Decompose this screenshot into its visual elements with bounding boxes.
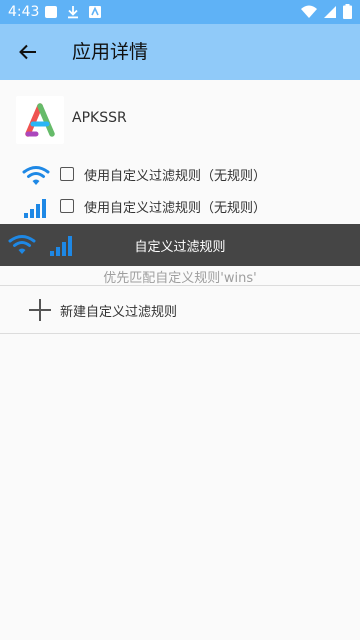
status-icons-right: [301, 4, 352, 23]
app-info-row: APKSSR: [16, 96, 346, 144]
status-bar: 4:43: [0, 0, 360, 24]
apkssr-logo-icon: [16, 96, 64, 144]
wifi-rule-checkbox[interactable]: [60, 167, 74, 181]
cellular-icon: [22, 196, 50, 220]
wifi-icon: [22, 164, 50, 188]
status-icons-left: [44, 4, 102, 23]
arrow-back-icon: [19, 44, 36, 60]
download-icon: [66, 4, 80, 23]
plus-icon: [28, 298, 52, 322]
page-title: 应用详情: [72, 41, 149, 63]
app-name: APKSSR: [72, 110, 127, 126]
custom-rule-header-title: 自定义过滤规则: [134, 240, 226, 255]
app-notification-icon: [88, 4, 102, 23]
rule-label: 使用自定义过滤规则（无规则）: [84, 201, 267, 216]
rule-row-wifi[interactable]: 使用自定义过滤规则（无规则）: [22, 164, 322, 188]
battery-icon: [343, 4, 352, 23]
divider: [0, 285, 360, 286]
status-time: 4:43: [8, 4, 40, 20]
rule-label: 使用自定义过滤规则（无规则）: [84, 169, 267, 184]
divider: [0, 333, 360, 334]
cellular-rule-checkbox[interactable]: [60, 199, 74, 213]
signal-icon: [323, 4, 337, 23]
rule-row-cellular[interactable]: 使用自定义过滤规则（无规则）: [22, 196, 322, 220]
wifi-icon: [301, 4, 317, 23]
custom-rule-header-bar: 自定义过滤规则: [0, 224, 360, 266]
back-button[interactable]: [16, 40, 40, 64]
priority-hint-text: 优先匹配自定义规则'wins': [103, 271, 257, 286]
toolbar: 应用详情: [0, 24, 360, 80]
new-rule-label: 新建自定义过滤规则: [60, 305, 178, 320]
notification-square-icon: [44, 4, 58, 23]
new-rule-button[interactable]: 新建自定义过滤规则: [28, 296, 328, 324]
